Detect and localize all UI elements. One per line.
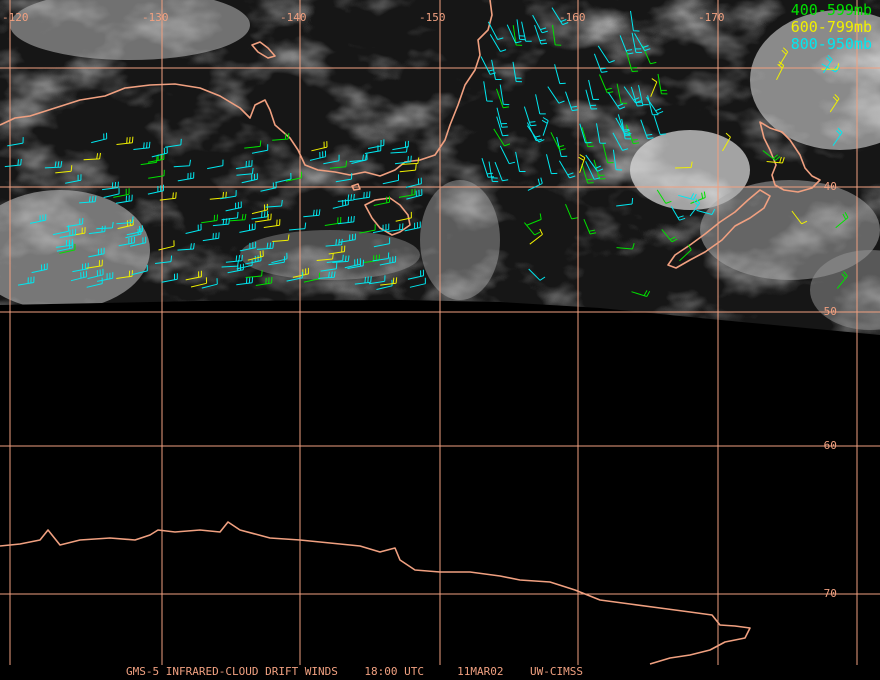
legend-800-950: 800-950mb xyxy=(790,35,872,53)
footer-source: UW-CIMSS xyxy=(530,665,583,678)
latitude-label: -70 xyxy=(817,587,837,600)
legend-600-799: 600-799mb xyxy=(790,18,872,36)
longitude-label: -130 xyxy=(142,11,169,24)
latitude-label: -50 xyxy=(817,305,837,318)
satellite-wind-map: -120 -130 -140 -150 -160 -170 -40 -50 -6… xyxy=(0,0,880,665)
latitude-label: -60 xyxy=(817,439,837,452)
footer-title: GMS-5 INFRARED-CLOUD DRIFT WINDS xyxy=(126,665,338,678)
longitude-label: -160 xyxy=(559,11,586,24)
latitude-label: -40 xyxy=(817,180,837,193)
longitude-label: -170 xyxy=(698,11,725,24)
footer-caption: GMS-5 INFRARED-CLOUD DRIFT WINDS 18:00 U… xyxy=(0,666,880,678)
legend-400-599: 400-599mb xyxy=(790,1,872,19)
longitude-label: -120 xyxy=(2,11,29,24)
antarctica-coastline xyxy=(0,521,751,665)
longitude-label: -140 xyxy=(280,11,307,24)
footer-time: 18:00 UTC xyxy=(364,665,425,678)
footer-date: 11MAR02 xyxy=(457,665,504,678)
longitude-label: -150 xyxy=(419,11,446,24)
